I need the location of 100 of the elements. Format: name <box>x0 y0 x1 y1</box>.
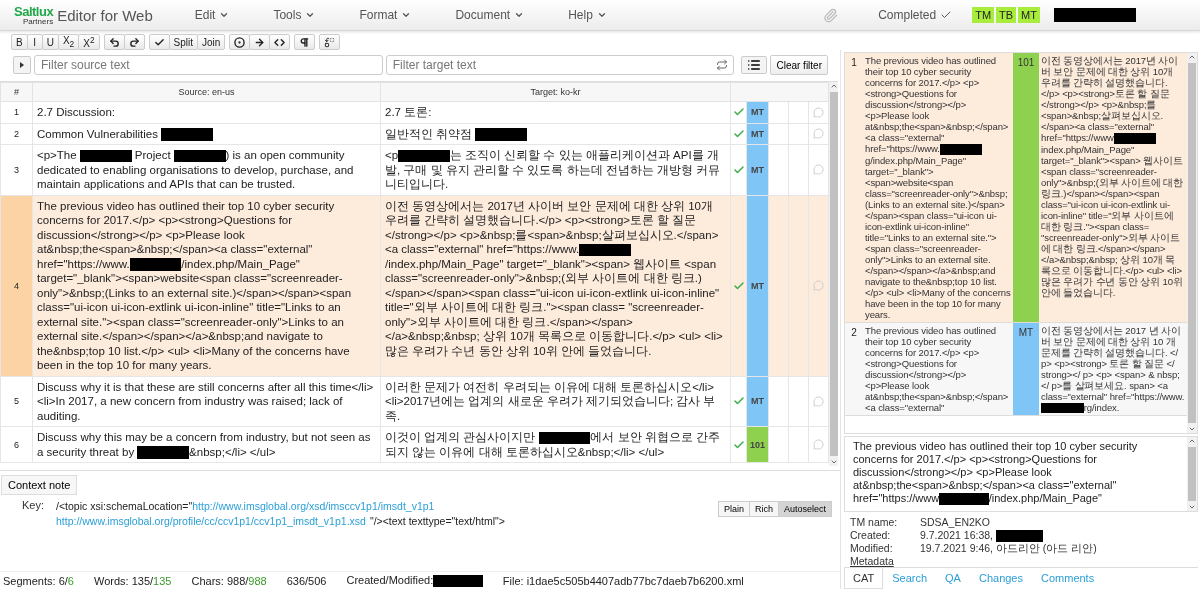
segment-row[interactable] <box>0 144 829 195</box>
source-text: The previous video has outlined their top 10 cyber security concerns for 2017.</p> <p><strong>Questions for discussion</strong></p> <p>Please look at&nbsp;the<span>&nbsp;</span><a class="external" href="https://www. /index.php/Main_Page" target="_blank"><span>website<span class="screenreader-only">&nbsp;(Links to an external site.)</span></span><span class="ui-icon ui-icon-extlink ui-icon-inline" title="Links to an external site."><span class="screenreader-only">Links to an external site.</span></span></a>&nbsp;and navigate to the&nbsp;top 10 list.</p> <ul> <li>Many of the concerns have been in the top 10 for many years. <box>32 195 381 376</box>
info-value: 19.7.2021 9:46, 아드리안 (아드 리안) <box>920 542 1098 555</box>
tool-button[interactable] <box>103 34 125 50</box>
match-row[interactable] <box>845 322 1187 416</box>
menu-item[interactable]: Help <box>556 8 619 22</box>
clear-filter-button[interactable]: Clear filter <box>770 55 828 75</box>
scroll-down-icon[interactable] <box>830 458 838 466</box>
source-text: Common Vulnerabilities <box>32 123 381 145</box>
pilcrow-icon <box>299 36 311 48</box>
mode-button[interactable]: Plain <box>717 501 750 517</box>
list-button[interactable] <box>741 56 768 74</box>
code-icon <box>274 36 286 48</box>
swap-icon[interactable] <box>716 59 729 71</box>
scroll-up-icon[interactable] <box>830 82 838 90</box>
format-button[interactable]: B <box>11 34 28 50</box>
list-icon <box>747 58 762 72</box>
tool-button[interactable] <box>269 34 291 50</box>
caret-icon <box>596 10 607 20</box>
target-text[interactable]: 일반적인 취약점 <box>380 123 731 145</box>
segment-row[interactable]: 6 Discuss why this may be a concern from industry, but not seen as a security threat by &nbsp;</li> </ul> 이것이 업계의 관심사이지만 에서 보안 위협으로 간주되지 않는 이유에 대해 토론하십시오&nbsp;</li> </ul> 101 <box>0 426 829 463</box>
match-number: 2 <box>845 322 863 416</box>
status-text: Segments: 6/6 <box>3 574 74 587</box>
tool-button[interactable] <box>294 34 316 50</box>
target-text[interactable]: 이것이 업계의 관심사이지만 에서 보안 위협으로 간주되지 않는 이유에 대해 토론하십시오&nbsp;</li> </ul> <box>380 426 731 463</box>
target-text[interactable]: 이러한 문제가 여전히 우려되는 이유에 대해 토론하십시오</li> <li>2017년에는 업계의 새로운 우려가 제기되었습니다; 감사 부족. <box>380 376 731 427</box>
mode-button[interactable]: Rich <box>748 501 779 517</box>
info-label: TM name: <box>850 516 899 529</box>
menu-item[interactable]: Format <box>347 8 424 22</box>
resource-badge[interactable]: TB <box>996 7 1017 23</box>
panel-tab[interactable]: CAT <box>844 568 884 589</box>
paperclip-icon[interactable] <box>823 7 839 23</box>
tool-button[interactable] <box>148 34 170 50</box>
segment-row[interactable]: 1 2.7 Discussion: 2.7 토론: MT <box>0 101 829 123</box>
scroll-down-icon[interactable] <box>1188 503 1196 511</box>
source-preview: The previous video has outlined their top 10 cyber security concerns for 2017.</p> <p><strong>Questions for discussion</strong></p> <p>Please look at&nbsp;the<span>&nbsp;</span><a class="external" href="https://www /index.php/Main_Page" <box>852 439 1139 508</box>
column-header[interactable]: # <box>0 82 33 102</box>
column-header[interactable]: Target: ko-kr <box>380 82 731 102</box>
brand-subtitle: Partners <box>22 17 54 26</box>
mode-button[interactable]: Autoselect <box>777 501 832 517</box>
expand-button[interactable] <box>13 56 31 74</box>
format-button[interactable]: X$_{2}$ <box>57 34 80 50</box>
row-number: 6 <box>0 426 33 463</box>
format-button[interactable]: U <box>41 34 59 50</box>
caret-icon <box>401 10 412 20</box>
caret-icon <box>219 10 230 20</box>
source-text: Discuss why it is that these are still concerns after all this time</li> <li>In 2017, a new concern from industry was raised; lack of auditing. <box>32 376 381 427</box>
segment-row[interactable]: 2 Common Vulnerabilities 일반적인 취약점 MT <box>0 123 829 145</box>
scrollbar[interactable] <box>1187 437 1197 511</box>
replace-icon <box>324 36 336 48</box>
format-button[interactable]: Join <box>197 34 226 50</box>
target-filter-field[interactable]: Filter target text <box>385 55 735 75</box>
format-button[interactable]: X$^{2}$ <box>78 34 100 50</box>
tool-button[interactable] <box>319 34 341 50</box>
target-text[interactable]: 2.7 토론: <box>380 101 731 123</box>
undo-icon <box>108 36 120 48</box>
redo-icon <box>128 36 140 48</box>
format-button[interactable]: Split <box>168 34 198 50</box>
arrow-right-icon <box>254 36 266 48</box>
source-text: <p>The Project ) is an open community dedicated to enabling organisations to develop, purchase, and maintain applications and APIs that can be trusted. <box>32 144 381 195</box>
target-text[interactable]: 이전 동영상에서는 2017년 사이버 보안 문제에 대한 상위 10개 우려를 간략히 설명했습니다.</p> <p><strong>토론 할 질문 </strong></p> <p>&nbsp;를<span>&nbsp;살펴보십시오.</span><a class="external" href="https://www. /index.php/Main_Page" target="_blank"><span> 웹사이트 <span class="screenreader-only">&nbsp;(외부 사이트에 대한 링크.)</span></span><span class="ui-icon ui-icon-extlink ui-icon-inline" title="외부 사이트에 대한 링크."><span class= "screenreader-only">외부 사이트에 대한 링크.</span></span></a>&nbsp;&nbsp; 상위 10개 목록으로 이동합니다.</p> <ul> <li>많은 우려가 수년 동안 상위 10위 안에 들었습니다. <box>380 195 731 376</box>
record-icon <box>234 36 246 48</box>
menu-item[interactable]: Edit <box>182 8 242 22</box>
status-text: Words: 135/135 <box>93 574 172 587</box>
app-title: Editor for Web <box>57 6 153 24</box>
match-row[interactable] <box>845 53 1187 323</box>
row-number: 3 <box>0 144 33 195</box>
status-text: Chars: 988/988 <box>191 574 267 587</box>
status-text: 636/506 <box>286 574 327 587</box>
tool-button[interactable] <box>249 34 271 50</box>
segment-row[interactable] <box>0 195 829 376</box>
metadata-link[interactable]: Metadata <box>844 555 894 567</box>
status-text: Created/Modified: <box>346 573 483 588</box>
scrollbar[interactable] <box>829 82 838 466</box>
resource-badge[interactable]: TM <box>972 7 995 23</box>
scrollbar[interactable] <box>1187 53 1197 434</box>
column-header[interactable]: Source: en-us <box>32 82 381 102</box>
match-status: 101 <box>1013 53 1039 323</box>
row-number: 2 <box>0 123 33 145</box>
row-number: 4 <box>0 195 33 376</box>
match-number: 1 <box>845 53 863 323</box>
context-note-tab[interactable]: Context note <box>1 475 78 495</box>
tool-button[interactable] <box>123 34 145 50</box>
target-text[interactable]: <p 는 조직이 신뢰할 수 있는 애플리케이션과 API를 개발, 구매 및 유지 관리할 수 있도록 하는데 전념하는 개방형 커뮤니티입니다. <box>380 144 731 195</box>
menu-item[interactable]: Document <box>443 8 537 22</box>
scroll-up-icon[interactable] <box>1188 53 1196 61</box>
triangle-icon <box>20 62 24 68</box>
match-status: MT <box>746 195 769 376</box>
source-text: Discuss why this may be a concern from industry, but not seen as a security threat by &nbsp;</li> </ul> <box>32 426 381 463</box>
caret-icon <box>305 10 316 20</box>
source-filter-field[interactable]: Filter source text <box>34 55 383 75</box>
segment-row[interactable] <box>0 376 829 427</box>
menu-item[interactable]: Tools <box>261 8 328 22</box>
match-status: MT <box>1013 322 1039 416</box>
row-number: 1 <box>0 101 33 123</box>
resource-badge[interactable]: MT <box>1018 7 1040 23</box>
tool-button[interactable] <box>229 34 251 50</box>
status-text: Completed <box>878 8 937 22</box>
row-number: 5 <box>0 376 33 427</box>
info-value: 9.7.2021 16:38, <box>920 529 1198 542</box>
